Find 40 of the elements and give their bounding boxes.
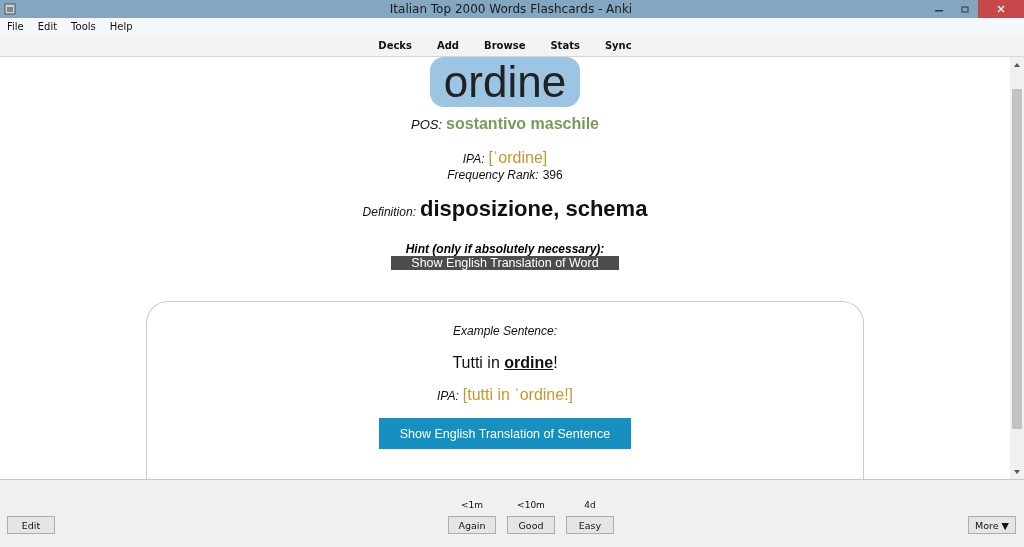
answer-button[interactable]: Easy (566, 516, 614, 534)
answer-button[interactable]: Good (507, 516, 555, 534)
window-title: Italian Top 2000 Words Flashcards - Anki (388, 2, 634, 16)
edit-button[interactable]: Edit (7, 516, 55, 534)
restore-icon[interactable] (961, 5, 969, 13)
scroll-up-icon[interactable] (1013, 61, 1021, 70)
answer-interval: 4d (584, 500, 596, 510)
more-button[interactable]: More ▼ (968, 516, 1016, 534)
menu-item[interactable]: Edit (37, 21, 58, 33)
menu-item[interactable]: Help (109, 21, 133, 33)
close-icon[interactable] (997, 5, 1005, 13)
pos-value: sostantivo maschile (446, 115, 599, 134)
answer-button[interactable]: Again (448, 516, 496, 534)
menu-item[interactable]: Tools (71, 21, 96, 33)
example-ipa-value: [tutti in ˈordine!] (462, 386, 574, 405)
pos-label: POS: (411, 117, 443, 133)
show-sentence-translation-button[interactable]: Show English Translation of Sentence (379, 418, 631, 450)
toolbar-link[interactable]: Browse (484, 40, 526, 52)
example-label: Example Sentence: (452, 324, 558, 339)
scrollbar[interactable] (1010, 57, 1024, 480)
app-icon (4, 3, 16, 15)
rank-value: 396 (542, 168, 563, 183)
definition-label: Definition: (362, 205, 416, 220)
answer-interval: <1m (460, 500, 483, 510)
toolbar-link[interactable]: Add (436, 40, 459, 52)
scroll-thumb[interactable] (1012, 89, 1022, 430)
word-card: ordine (430, 57, 580, 108)
example-sentence: Tutti in ordine! (452, 354, 558, 373)
answer-interval: <10m (517, 500, 545, 510)
definition-value: disposizione, schema (420, 196, 648, 223)
example-ipa-label: IPA: (436, 389, 459, 404)
toolbar-link[interactable]: Stats (550, 40, 580, 52)
toolbar-link[interactable]: Sync (604, 40, 632, 52)
toolbar-link[interactable]: Decks (378, 40, 412, 52)
rank-label: Frequency Rank: (447, 168, 539, 183)
ipa-value: [ˈordine] (488, 149, 548, 168)
ipa-label: IPA: (462, 152, 485, 167)
hint-label: Hint (only if absolutely necessary): (405, 242, 605, 257)
menu-item[interactable]: File (7, 21, 24, 33)
show-word-translation-button[interactable]: Show English Translation of Word (391, 256, 619, 271)
